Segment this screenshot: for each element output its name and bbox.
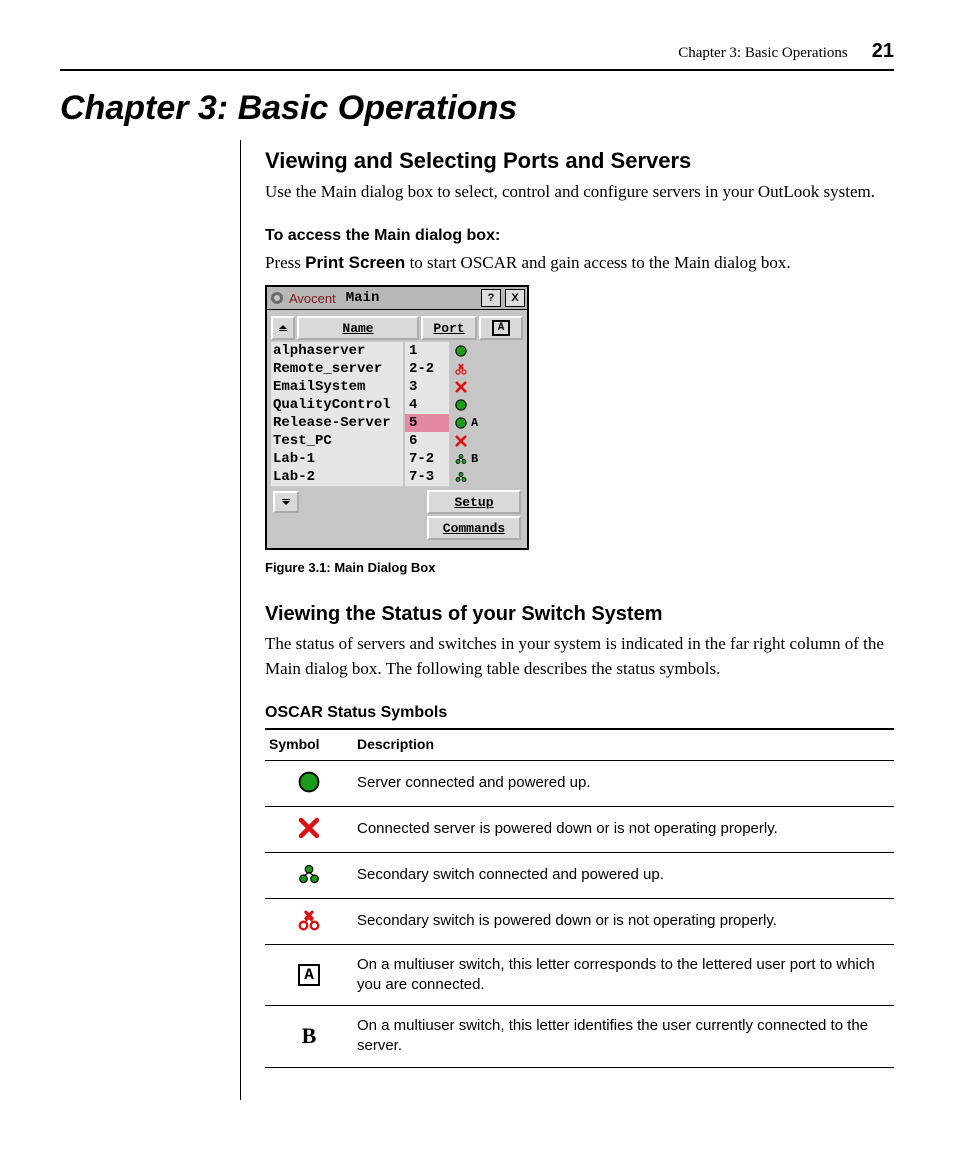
server-row[interactable]: alphaserver 1 — [271, 342, 523, 360]
symbol-cell — [265, 852, 353, 898]
status-icon — [455, 399, 467, 411]
symbol-cell: B — [265, 1006, 353, 1068]
scroll-down-button[interactable] — [273, 491, 299, 513]
server-status — [449, 396, 523, 414]
chapter-title: Chapter 3: Basic Operations — [60, 89, 894, 128]
server-port: 3 — [405, 378, 449, 397]
scroll-up-button[interactable] — [271, 316, 295, 340]
table-row: Connected server is powered down or is n… — [265, 806, 894, 852]
server-row[interactable]: EmailSystem 3 — [271, 378, 523, 396]
server-row[interactable]: Remote_server 2-2 — [271, 360, 523, 378]
page-number: 21 — [872, 40, 894, 63]
margin-rule — [60, 140, 241, 1100]
server-name: EmailSystem — [271, 378, 403, 397]
th-description: Description — [353, 729, 894, 761]
table-row: A On a multiuser switch, this letter cor… — [265, 944, 894, 1006]
status-icon — [455, 453, 467, 465]
server-port: 7-3 — [405, 468, 449, 487]
description-cell: On a multiuser switch, this letter ident… — [353, 1006, 894, 1068]
server-row[interactable]: Lab-2 7-3 — [271, 468, 523, 486]
server-port: 7-2 — [405, 450, 449, 469]
server-status — [449, 432, 523, 450]
close-button[interactable]: X — [505, 289, 525, 307]
status-icon — [455, 471, 467, 483]
server-name: Lab-1 — [271, 450, 403, 469]
status-icon — [455, 381, 467, 393]
description-cell: Server connected and powered up. — [353, 760, 894, 806]
dialog-title: Main — [346, 290, 380, 306]
server-row[interactable]: Release-Server 5 A — [271, 414, 523, 432]
server-name: Lab-2 — [271, 468, 403, 487]
server-row[interactable]: QualityControl 4 — [271, 396, 523, 414]
dialog-titlebar: Avocent Main ? X — [267, 287, 527, 310]
table-row: Secondary switch connected and powered u… — [265, 852, 894, 898]
section2-body: The status of servers and switches in yo… — [265, 632, 894, 681]
server-status — [449, 342, 523, 360]
symbol-cell: A — [265, 944, 353, 1006]
symbols-table: Symbol Description Server connected and … — [265, 728, 894, 1068]
running-header: Chapter 3: Basic Operations 21 — [60, 40, 894, 71]
description-cell: Connected server is powered down or is n… — [353, 806, 894, 852]
server-name: Test_PC — [271, 432, 403, 451]
table-row: Server connected and powered up. — [265, 760, 894, 806]
user-letter: A — [471, 416, 478, 430]
table-row: B On a multiuser switch, this letter ide… — [265, 1006, 894, 1068]
description-cell: On a multiuser switch, this letter corre… — [353, 944, 894, 1006]
commands-button[interactable]: Commands — [427, 516, 521, 540]
server-port: 1 — [405, 342, 449, 361]
symbol-cell — [265, 806, 353, 852]
server-port: 2-2 — [405, 360, 449, 379]
server-port: 5 — [405, 414, 449, 433]
procedure-heading: To access the Main dialog box: — [265, 227, 894, 245]
symbol-cell — [265, 760, 353, 806]
setup-button[interactable]: Setup — [427, 490, 521, 514]
column-header-port[interactable]: Port — [421, 316, 477, 340]
server-status — [449, 378, 523, 396]
section2-heading: Viewing the Status of your Switch System — [265, 603, 894, 626]
server-status: B — [449, 450, 523, 468]
main-dialog: Avocent Main ? X Name — [265, 285, 529, 550]
server-name: Remote_server — [271, 360, 403, 379]
symbols-heading: OSCAR Status Symbols — [265, 704, 894, 722]
server-status: A — [449, 414, 523, 432]
column-header-name[interactable]: Name — [297, 316, 419, 340]
running-header-text: Chapter 3: Basic Operations — [678, 45, 848, 62]
avocent-logo-icon — [269, 290, 285, 306]
server-status — [449, 360, 523, 378]
server-port: 6 — [405, 432, 449, 451]
figure-caption: Figure 3.1: Main Dialog Box — [265, 560, 894, 575]
symbol-cell — [265, 898, 353, 944]
server-row[interactable]: Test_PC 6 — [271, 432, 523, 450]
status-icon — [455, 435, 467, 447]
server-name: QualityControl — [271, 396, 403, 415]
table-row: Secondary switch is powered down or is n… — [265, 898, 894, 944]
server-name: Release-Server — [271, 414, 403, 433]
server-status — [449, 468, 523, 486]
section-intro: Use the Main dialog box to select, contr… — [265, 180, 894, 205]
th-symbol: Symbol — [265, 729, 353, 761]
status-icon — [455, 417, 467, 429]
column-header-user[interactable]: A — [479, 316, 523, 340]
section-heading: Viewing and Selecting Ports and Servers — [265, 148, 894, 174]
brand-label: Avocent — [289, 291, 336, 306]
help-button[interactable]: ? — [481, 289, 501, 307]
server-row[interactable]: Lab-1 7-2 B — [271, 450, 523, 468]
description-cell: Secondary switch connected and powered u… — [353, 852, 894, 898]
procedure-step: Press Print Screen to start OSCAR and ga… — [265, 251, 894, 276]
status-icon — [455, 363, 467, 375]
server-name: alphaserver — [271, 342, 403, 361]
description-cell: Secondary switch is powered down or is n… — [353, 898, 894, 944]
user-letter: B — [471, 452, 478, 466]
server-port: 4 — [405, 396, 449, 415]
status-icon — [455, 345, 467, 357]
